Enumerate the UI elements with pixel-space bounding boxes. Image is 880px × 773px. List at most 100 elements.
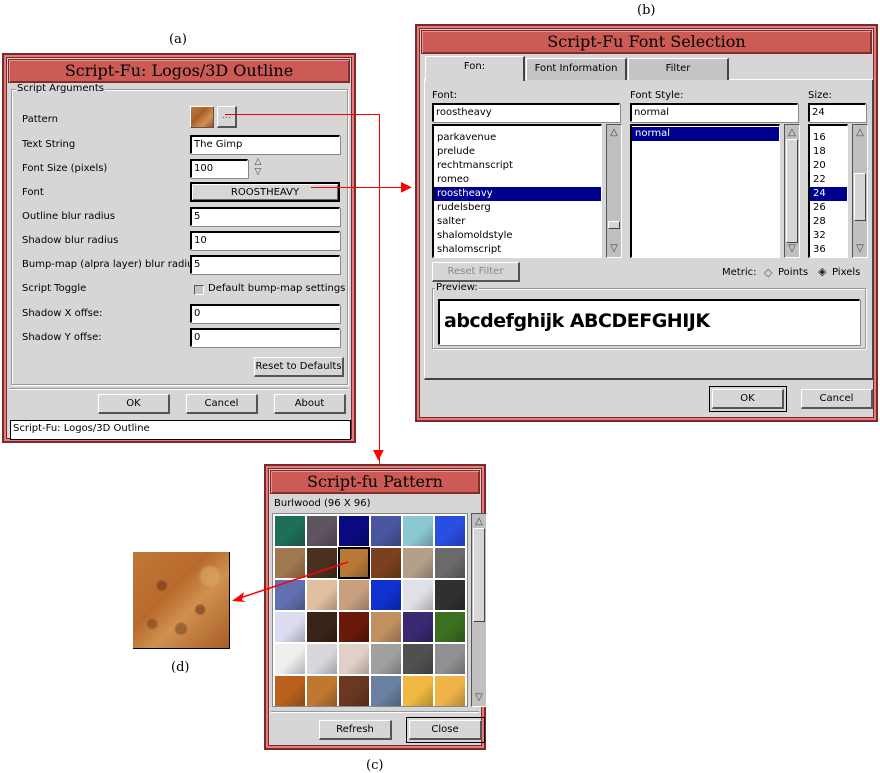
size-list-item[interactable]: 36: [810, 243, 847, 257]
size-list-item[interactable]: 20: [810, 159, 847, 173]
pattern-swatch[interactable]: [275, 676, 305, 706]
tab-font[interactable]: Fon:: [425, 56, 525, 81]
shadow-blur-input[interactable]: 10: [190, 231, 340, 250]
scroll-up-icon[interactable]: △: [608, 126, 620, 140]
pattern-swatch[interactable]: [371, 612, 401, 642]
reset-filter-button[interactable]: Reset Filter: [432, 262, 520, 282]
pattern-swatch[interactable]: [403, 612, 433, 642]
tab-font-information[interactable]: Font Information: [526, 58, 627, 80]
font-list-item[interactable]: shalomoldstyle: [434, 229, 601, 243]
font-list-item[interactable]: rechtmanscript: [434, 159, 601, 173]
scroll-down-icon[interactable]: ▽: [854, 242, 866, 256]
font-list-item[interactable]: salter: [434, 215, 601, 229]
size-list-item[interactable]: 28: [810, 215, 847, 229]
size-list-item[interactable]: 26: [810, 201, 847, 215]
size-list-item[interactable]: 18: [810, 145, 847, 159]
pattern-swatch[interactable]: [371, 580, 401, 610]
outline-dialog-title[interactable]: Script-Fu: Logos/3D Outline: [8, 59, 350, 83]
metric-pixels-label[interactable]: Pixels: [832, 267, 860, 278]
font-size-spinner[interactable]: △ ▽: [252, 157, 264, 179]
font-list-item[interactable]: parkavenue: [434, 131, 601, 145]
font-list-scrollbar[interactable]: △ ▽: [606, 124, 622, 258]
pattern-swatch[interactable]: [371, 548, 401, 578]
font-list-item[interactable]: rudelsberg: [434, 201, 601, 215]
pattern-swatch[interactable]: [339, 676, 369, 706]
pattern-swatch[interactable]: [371, 516, 401, 546]
pattern-swatch[interactable]: [307, 644, 337, 674]
style-scroll-thumb[interactable]: [786, 139, 798, 243]
scroll-down-icon[interactable]: ▽: [608, 242, 620, 256]
pattern-swatch[interactable]: [435, 580, 465, 610]
pattern-swatch[interactable]: [339, 644, 369, 674]
pattern-scrollbar[interactable]: △ ▽: [471, 513, 487, 707]
pattern-swatch[interactable]: [403, 548, 433, 578]
size-list-item[interactable]: 16: [810, 131, 847, 145]
font-scroll-thumb[interactable]: [608, 221, 620, 229]
spin-up-icon[interactable]: △: [252, 157, 264, 167]
font-select-button[interactable]: ROOSTHEAVY: [190, 182, 340, 202]
font-style-input[interactable]: normal: [630, 103, 798, 122]
pattern-swatch[interactable]: [403, 676, 433, 706]
scroll-up-icon[interactable]: △: [854, 126, 866, 140]
pattern-swatch[interactable]: [339, 516, 369, 546]
pattern-scroll-thumb[interactable]: [473, 528, 485, 622]
pattern-swatch[interactable]: [307, 676, 337, 706]
size-input[interactable]: 24: [808, 103, 866, 122]
scroll-up-icon[interactable]: △: [473, 515, 485, 529]
refresh-button[interactable]: Refresh: [319, 720, 392, 740]
ok-button[interactable]: OK: [98, 394, 170, 414]
metric-points-label[interactable]: Points: [778, 267, 808, 278]
size-list-scrollbar[interactable]: △ ▽: [852, 124, 868, 258]
outline-blur-input[interactable]: 5: [190, 207, 340, 226]
tab-filter[interactable]: Filter: [628, 58, 729, 80]
font-dialog-title[interactable]: Script-Fu Font Selection: [421, 30, 872, 54]
size-list-item[interactable]: 32: [810, 229, 847, 243]
pattern-swatch[interactable]: [435, 676, 465, 706]
pattern-preview-swatch[interactable]: [190, 106, 214, 128]
font-ok-button[interactable]: OK: [709, 386, 787, 412]
text-string-input[interactable]: The Gimp: [190, 135, 340, 154]
size-list-item[interactable]: 22: [810, 173, 847, 187]
pattern-swatch[interactable]: [403, 644, 433, 674]
pattern-swatch[interactable]: [435, 516, 465, 546]
font-list-item[interactable]: romeo: [434, 173, 601, 187]
style-list-item[interactable]: normal: [632, 127, 779, 141]
pattern-swatch[interactable]: [339, 612, 369, 642]
font-list-item[interactable]: roostheavy: [434, 187, 601, 201]
font-size-input[interactable]: 100: [190, 159, 248, 178]
pattern-swatch[interactable]: [275, 516, 305, 546]
close-button[interactable]: Close: [406, 717, 485, 743]
pattern-swatch[interactable]: [403, 580, 433, 610]
pattern-browse-button[interactable]: ...: [217, 106, 237, 128]
bumpmap-blur-input[interactable]: 5: [190, 255, 340, 274]
style-list-scrollbar[interactable]: △ ▽: [784, 124, 800, 258]
scroll-down-icon[interactable]: ▽: [473, 691, 485, 705]
reset-defaults-button[interactable]: Reset to Defaults: [254, 357, 344, 377]
scroll-up-icon[interactable]: △: [786, 126, 798, 140]
pattern-swatch[interactable]: [371, 644, 401, 674]
pattern-swatch[interactable]: [275, 612, 305, 642]
pattern-swatch[interactable]: [307, 516, 337, 546]
about-button[interactable]: About: [274, 394, 346, 414]
scroll-down-icon[interactable]: ▽: [786, 242, 798, 256]
pattern-swatch[interactable]: [275, 644, 305, 674]
pattern-dialog-title[interactable]: Script-fu Pattern Selection: [270, 470, 480, 513]
pattern-swatch[interactable]: [307, 612, 337, 642]
font-cancel-button[interactable]: Cancel: [801, 389, 873, 409]
pattern-swatch[interactable]: [435, 548, 465, 578]
cancel-button[interactable]: Cancel: [186, 394, 258, 414]
shadow-y-input[interactable]: 0: [190, 328, 340, 347]
size-scroll-thumb[interactable]: [854, 173, 866, 221]
pattern-swatch[interactable]: [403, 516, 433, 546]
pattern-swatch[interactable]: [435, 644, 465, 674]
shadow-x-input[interactable]: 0: [190, 304, 340, 323]
metric-points-radio[interactable]: ◇: [764, 267, 772, 279]
default-bumpmap-checkbox[interactable]: [194, 285, 204, 295]
pattern-swatch[interactable]: [435, 612, 465, 642]
default-bumpmap-label[interactable]: Default bump-map settings: [208, 283, 345, 294]
pattern-swatch[interactable]: [371, 676, 401, 706]
font-name-input[interactable]: roostheavy: [432, 103, 620, 122]
font-list-item[interactable]: prelude: [434, 145, 601, 159]
spin-down-icon[interactable]: ▽: [252, 167, 264, 177]
size-list-item[interactable]: 24: [810, 187, 847, 201]
